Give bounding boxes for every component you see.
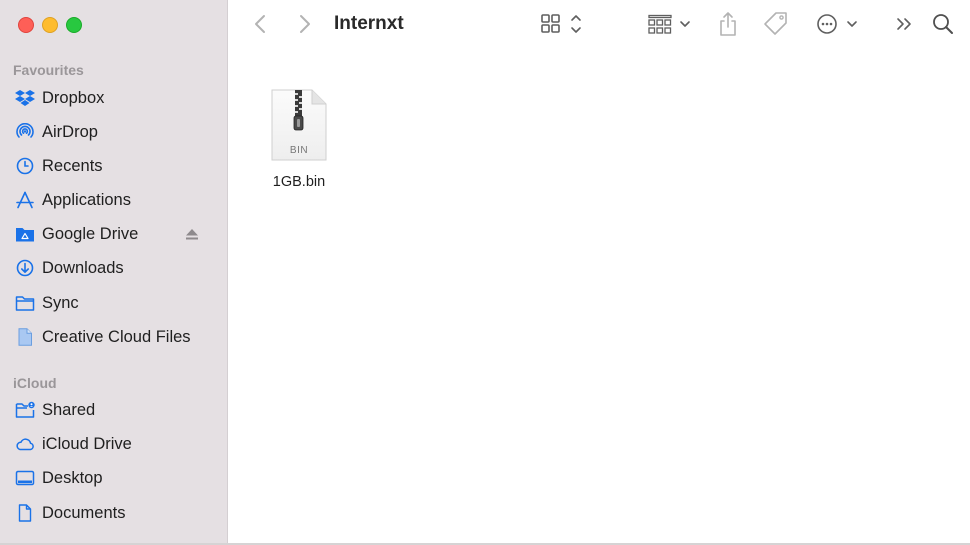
toolbar-overflow-button[interactable] [893, 10, 917, 38]
group-by-icon [648, 14, 690, 34]
sidebar-section-favourites: Favourites [13, 62, 84, 78]
cloud-icon [16, 438, 34, 451]
chevron-right-icon [300, 15, 310, 33]
maximize-window-button[interactable] [66, 17, 82, 33]
sidebar-item-applications[interactable]: Applications [0, 184, 226, 216]
close-window-button[interactable] [18, 17, 34, 33]
sidebar-item-label: Recents [42, 157, 103, 175]
sidebar-item-label: Shared [42, 401, 96, 419]
search-button[interactable] [930, 10, 956, 38]
file-browser [228, 0, 970, 545]
sidebar-item-label: Applications [42, 191, 131, 209]
sidebar-item-recents[interactable]: Recents [0, 150, 226, 182]
back-button[interactable] [250, 10, 272, 38]
sidebar-item-label: iCloud Drive [42, 435, 132, 453]
file-item[interactable]: BIN 1GB.bin [262, 88, 336, 198]
double-chevron-right-icon [897, 18, 911, 30]
zip-archive-icon [271, 89, 327, 161]
file-name: 1GB.bin [272, 174, 326, 190]
action-menu-button[interactable] [814, 10, 860, 38]
sidebar-item-label: Creative Cloud Files [42, 328, 191, 346]
document-icon [18, 328, 32, 346]
desktop-icon [15, 470, 35, 486]
google-drive-folder-icon [16, 228, 34, 242]
document-icon [18, 504, 32, 522]
group-button[interactable] [646, 10, 694, 38]
sidebar-item-label: Documents [42, 504, 126, 522]
dropbox-icon [15, 90, 35, 106]
sidebar-item-icloud-drive[interactable]: iCloud Drive [0, 428, 226, 460]
forward-button[interactable] [293, 10, 315, 38]
sidebar-item-label: Downloads [42, 259, 124, 277]
chevron-left-icon [255, 15, 265, 33]
clock-icon [16, 157, 34, 175]
applications-icon [16, 191, 34, 209]
sidebar: Favourites Dropbox AirDrop Recents Appli… [0, 0, 228, 545]
sidebar-item-label: Desktop [42, 469, 103, 487]
airdrop-icon [16, 123, 34, 138]
folder-icon [15, 296, 35, 311]
tags-button[interactable] [762, 10, 790, 38]
sidebar-item-downloads[interactable]: Downloads [0, 252, 226, 284]
window-title: Internxt [334, 13, 404, 34]
sidebar-item-documents[interactable]: Documents [0, 497, 226, 529]
sidebar-item-airdrop[interactable]: AirDrop [0, 116, 226, 148]
sidebar-section-icloud: iCloud [13, 375, 57, 391]
view-mode-button[interactable] [540, 10, 586, 38]
share-button[interactable] [716, 10, 740, 38]
file-extension-badge: BIN [289, 145, 309, 156]
sidebar-item-label: Dropbox [42, 89, 105, 107]
sidebar-item-creative-cloud-files[interactable]: Creative Cloud Files [0, 321, 226, 353]
share-icon [720, 12, 736, 36]
sidebar-item-sync[interactable]: Sync [0, 287, 226, 319]
finder-window: Favourites Dropbox AirDrop Recents Appli… [0, 0, 970, 545]
sidebar-item-dropbox[interactable]: Dropbox [0, 82, 226, 114]
shared-folder-icon [15, 401, 35, 418]
eject-icon[interactable] [184, 227, 200, 241]
grid-view-icon [541, 14, 581, 33]
download-icon [16, 259, 34, 277]
sidebar-item-label: Google Drive [42, 225, 139, 243]
more-actions-icon [817, 14, 857, 34]
sidebar-item-label: Sync [42, 294, 79, 312]
sidebar-item-desktop[interactable]: Desktop [0, 462, 226, 494]
sidebar-item-shared[interactable]: Shared [0, 394, 226, 426]
minimize-window-button[interactable] [42, 17, 58, 33]
sidebar-item-google-drive[interactable]: Google Drive [0, 218, 226, 250]
search-icon [933, 14, 953, 34]
tag-icon [764, 12, 787, 35]
sidebar-item-label: AirDrop [42, 123, 98, 141]
